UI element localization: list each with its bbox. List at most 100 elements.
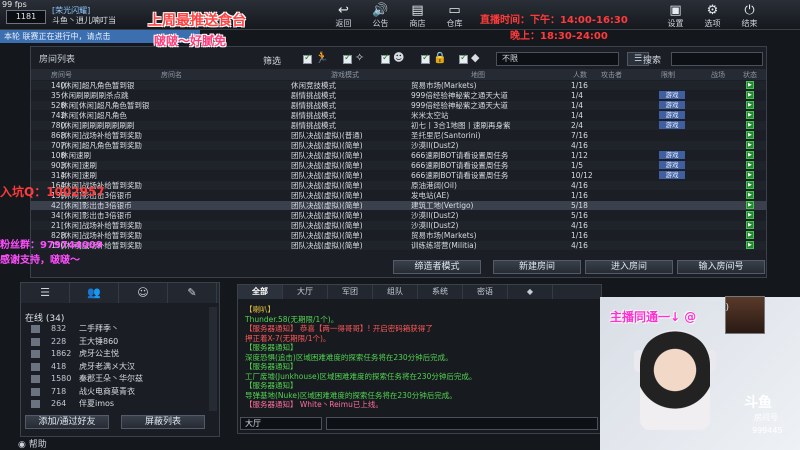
- table-row[interactable]: 828 [休闲]战场补给暂到奖励 团队决战(虚拟)(简单) 贸易市场(Markets)…: [31, 231, 766, 240]
- table-row[interactable]: 314 [休闲]速刷 团队决战(虚拟)(简单) 666速刷BOT请看设置周任务 10/1…: [31, 171, 766, 180]
- filter-check-5[interactable]: [459, 53, 468, 64]
- add-friend-button[interactable]: 添加/通过好友: [25, 415, 109, 429]
- col-state[interactable]: 状态: [743, 70, 757, 80]
- chat-channel-select[interactable]: 大厅: [240, 417, 322, 430]
- friend-level: 264: [51, 399, 67, 408]
- list-item[interactable]: 1862 虎牙公主悦: [31, 348, 211, 360]
- options-button[interactable]: ⚙ 选项: [694, 2, 731, 29]
- help-button[interactable]: ◉ 帮助: [18, 437, 47, 450]
- chat-tab-emoji[interactable]: ◆: [508, 285, 553, 299]
- table-row[interactable]: 707 [休闲]超凡角色暂到奖励 团队决战(虚拟)(简单) 沙漠II(Dust2) 4/…: [31, 141, 766, 150]
- filter-check-1[interactable]: [303, 53, 312, 64]
- settings-button[interactable]: ▣ 设置: [657, 2, 694, 29]
- table-row[interactable]: 34 [休闲]影出击3倍银币 团队决战(虚拟)(简单) 沙漠II(Dust2) 5/16: [31, 211, 766, 220]
- tab-friends[interactable]: 👥: [70, 283, 119, 303]
- table-row[interactable]: 868 [休闲]战场补给暂到奖励 团队决战(虚拟)(普通) 圣托里尼(Santorin…: [31, 131, 766, 140]
- room-state-icon: [746, 241, 754, 250]
- exit-button[interactable]: ⏻ 结束: [731, 2, 768, 29]
- room-mode-cell: 团队决战(虚拟)(简单): [291, 161, 363, 170]
- table-row[interactable]: 108 休闲速刷 团队决战(虚拟)(简单) 666速刷BOT请看设置周任务 1/12 游戏: [31, 151, 766, 160]
- col-map[interactable]: 地图: [471, 70, 485, 80]
- room-count-cell: 1/12: [571, 151, 588, 160]
- room-list-title: 房间列表: [39, 55, 76, 65]
- room-state-icon: [746, 171, 754, 180]
- col-attacker[interactable]: 攻击者: [601, 70, 622, 80]
- watch-button[interactable]: 游戏: [659, 161, 685, 169]
- list-item[interactable]: 832 二手拜季丶: [31, 323, 211, 335]
- chat-tab-system[interactable]: 系统: [418, 285, 463, 299]
- chat-tab-lobby[interactable]: 大厅: [283, 285, 328, 299]
- chat-tab-whisper[interactable]: 密语: [463, 285, 508, 299]
- soldier-icon: 🏃: [315, 51, 329, 64]
- table-row[interactable]: 528 休闲[休闲]超凡角色暂到银 剧情挑战模式 999倍经验神秘紫之通天大道 1/4 游…: [31, 101, 766, 110]
- watch-button[interactable]: 游戏: [659, 91, 685, 99]
- list-item[interactable]: 228 王大锤860: [31, 336, 211, 348]
- table-row[interactable]: 140 [休闲]超凡角色暂到银 休闲竞技模式 贸易市场(Markets) 1/16: [31, 81, 766, 90]
- room-map-cell: 发电站(AE): [411, 191, 450, 200]
- room-map-cell: 沙漠II(Dust2): [411, 141, 459, 150]
- shop-button[interactable]: ▤ 商店: [399, 2, 436, 29]
- table-row[interactable]: 35 休闲刷刷刷刷杀点跳 剧情挑战模式 999倍经验神秘紫之通天大道 1/4 游戏: [31, 91, 766, 100]
- filter-check-4[interactable]: [421, 53, 430, 64]
- chat-tab-legion[interactable]: 军团: [328, 285, 373, 299]
- creator-mode-button[interactable]: 缔造者模式: [393, 260, 481, 274]
- table-row[interactable]: 21 [休闲]战场补给暂到奖励 团队决战(虚拟)(简单) 沙漠II(Dust2) 4/1…: [31, 221, 766, 230]
- col-room-id[interactable]: 房间号: [51, 70, 72, 80]
- block-list-button[interactable]: 屏蔽列表: [121, 415, 205, 429]
- lock-icon: 🔒: [433, 51, 447, 64]
- list-item[interactable]: 1580 秦郡王朵丶华尔兹: [31, 373, 211, 385]
- limit-select[interactable]: 不限: [496, 52, 619, 66]
- col-room-name[interactable]: 房间名: [161, 70, 182, 80]
- douyu-logo: 斗鱼: [744, 395, 772, 411]
- search-input[interactable]: [671, 52, 763, 66]
- announce-button[interactable]: 🔊 公告: [362, 2, 399, 29]
- table-row[interactable]: 903 [休闲]速刷 团队决战(虚拟)(简单) 666速刷BOT请看设置周任务 1/5 游…: [31, 161, 766, 170]
- filter-label: 筛选: [263, 57, 282, 67]
- table-row[interactable]: 42 [休闲]影出击3倍银币 团队决战(虚拟)(简单) 建筑工地(Vertigo) 5/…: [31, 201, 766, 210]
- watch-button[interactable]: 游戏: [659, 171, 685, 179]
- tab-menu[interactable]: ☰: [21, 283, 70, 303]
- friend-scrollbar[interactable]: [209, 307, 217, 411]
- chat-input[interactable]: [326, 417, 598, 430]
- filter-check-2[interactable]: [343, 53, 352, 64]
- room-name-cell: [休闲]速刷: [61, 171, 97, 180]
- room-mode-cell: 团队决战(虚拟)(简单): [291, 141, 363, 150]
- tab-social[interactable]: ☺: [119, 283, 168, 303]
- chat-tab-team[interactable]: 组队: [373, 285, 418, 299]
- watch-button[interactable]: 游戏: [659, 121, 685, 129]
- room-name-cell: [休闲]影出击3倍银币: [61, 211, 132, 220]
- chat-tab-all[interactable]: 全部: [238, 285, 283, 299]
- room-count-cell: 1/16: [571, 81, 588, 90]
- tab-edit[interactable]: ✎: [168, 283, 217, 303]
- room-name-cell: 休闲速刷: [61, 151, 91, 160]
- table-row[interactable]: 150 [休闲]战场补给暂到奖励 团队决战(虚拟)(简单) 训练练塔营(Militia…: [31, 241, 766, 250]
- friend-level: 832: [51, 324, 67, 333]
- table-row[interactable]: 780 [休闲]刷刷刷刷刷刷刷 剧情挑战模式 初七丨3合1地图丨速刷再身紫 2/4 游戏: [31, 121, 766, 130]
- create-room-button[interactable]: 新建房间: [493, 260, 581, 274]
- col-mode[interactable]: 游戏模式: [331, 70, 359, 80]
- enter-room-button[interactable]: 进入房间: [585, 260, 673, 274]
- watch-button[interactable]: 游戏: [659, 151, 685, 159]
- list-item[interactable]: 418 虎牙老满メ大汉: [31, 361, 211, 373]
- table-row[interactable]: 164 [休闲]战场补给暂到奖励 团队决战(虚拟)(简单) 原油港阔(Oil) 4/16: [31, 181, 766, 190]
- chat-line: 【喇叭】: [245, 305, 275, 314]
- room-map-cell: 训练练塔营(Militia): [411, 241, 477, 250]
- input-room-number-button[interactable]: 输入房间号: [677, 260, 765, 274]
- col-battle[interactable]: 战场: [711, 70, 725, 80]
- watch-button[interactable]: 游戏: [659, 101, 685, 109]
- table-row[interactable]: 139 [休闲]影出击3倍银币 团队决战(虚拟)(简单) 发电站(AE) 1/16: [31, 191, 766, 200]
- list-item[interactable]: 718 战火电商莫青衣: [31, 386, 211, 398]
- col-count[interactable]: 人数: [573, 70, 587, 80]
- players-icon: ☻: [393, 51, 405, 64]
- wings-icon: ✧: [355, 51, 365, 64]
- back-button[interactable]: ↩ 返回: [325, 2, 362, 29]
- room-mode-cell: 团队决战(虚拟)(简单): [291, 151, 363, 160]
- friend-avatar-icon: [31, 337, 40, 346]
- filter-check-3[interactable]: [381, 53, 390, 64]
- table-row[interactable]: 742 休闲[休闲]超凡角色 剧情挑战模式 米米太空站 1/4 游戏: [31, 111, 766, 120]
- room-state-icon: [746, 131, 754, 140]
- list-item[interactable]: 264 伴夏imos: [31, 398, 211, 410]
- storage-button[interactable]: ▭ 仓库: [436, 2, 473, 29]
- watch-button[interactable]: 游戏: [659, 111, 685, 119]
- col-limit[interactable]: 限制: [661, 70, 675, 80]
